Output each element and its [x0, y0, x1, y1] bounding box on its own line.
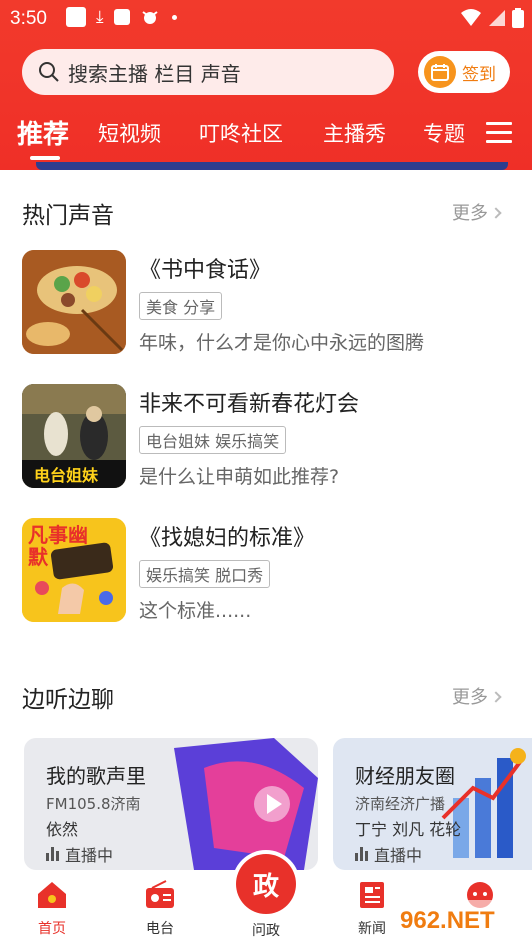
politics-icon: 政 — [252, 871, 279, 902]
more-notifications-dot — [171, 14, 177, 20]
system-icons — [460, 8, 524, 28]
tab-community[interactable]: 叮咚社区 — [199, 118, 283, 148]
item-desc: 年味，什么才是你心中永远的图腾 — [139, 332, 425, 354]
app-notification-icon — [66, 7, 86, 27]
tab-anchor-show[interactable]: 主播秀 — [323, 118, 386, 148]
status-time: 3:50 — [10, 8, 47, 29]
notification-icons: ⤓ — [66, 7, 177, 27]
calendar-icon — [424, 56, 456, 88]
hot-audio-more-link[interactable]: 更多 — [452, 199, 502, 225]
search-icon — [39, 62, 59, 82]
nav-politics[interactable]: 问政 — [236, 920, 296, 940]
card-host: 丁宁 刘凡 花轮 — [355, 820, 462, 839]
humor-thumbnail: 凡事幽默 — [22, 518, 126, 622]
list-item[interactable]: 凡事幽默 《找媳妇的标准》 娱乐搞笑 脱口秀 这个标准...... — [22, 518, 512, 622]
list-item[interactable]: 《书中食话》 美食 分享 年味，什么才是你心中永远的图腾 — [22, 250, 512, 354]
item-desc: 这个标准...... — [139, 600, 252, 622]
chevron-right-icon — [490, 207, 502, 219]
politics-center-button[interactable]: 政 — [236, 854, 296, 914]
food-thumbnail — [22, 250, 126, 354]
live-status-label: 直播中 — [65, 846, 114, 865]
card-title: 我的歌声里 — [46, 764, 146, 788]
checkin-label: 签到 — [462, 64, 496, 85]
tab-topics[interactable]: 专题 — [423, 118, 465, 148]
more-label: 更多 — [452, 203, 488, 224]
search-placeholder: 搜索主播 栏目 声音 — [68, 61, 241, 86]
site-watermark: 962.NET — [392, 896, 532, 942]
radio-icon — [146, 880, 174, 908]
tab-bar: 推荐 短视频 叮咚社区 主播秀 专题 — [0, 110, 532, 160]
nav-radio-label: 电台 — [146, 921, 174, 937]
item-title: 《找媳妇的标准》 — [139, 526, 316, 551]
live-status: 直播中 — [46, 842, 113, 866]
hot-audio-title: 热门声音 — [22, 203, 114, 229]
home-icon — [38, 882, 66, 908]
status-bar: 3:50 ⤓ — [0, 0, 532, 36]
item-title: 非来不可看新春花灯会 — [139, 392, 360, 417]
radio-sisters-thumbnail: 电台姐妹 — [22, 384, 126, 488]
watermark-text: 962.NET — [400, 907, 495, 934]
listen-chat-title: 边听边聊 — [22, 687, 114, 713]
nav-home[interactable]: 首页 — [22, 880, 82, 938]
card-station: 济南经济广播 — [355, 795, 446, 813]
live-bars-icon — [46, 847, 59, 861]
item-tag: 电台姐妹 娱乐搞笑 — [139, 426, 287, 454]
nav-home-label: 首页 — [38, 921, 66, 937]
chevron-right-icon — [490, 691, 502, 703]
signal-icon — [489, 10, 505, 26]
banner-edge — [36, 162, 508, 170]
app-screen: 3:50 ⤓ 搜索主播 栏目 声音 签到 推荐 短视频 叮咚社区 主播秀 专题 … — [0, 0, 532, 947]
search-input[interactable]: 搜索主播 栏目 声音 — [22, 49, 394, 95]
card-host: 依然 — [46, 820, 79, 839]
live-status-label: 直播中 — [374, 846, 423, 865]
text-app-icon — [113, 9, 130, 25]
download-icon: ⤓ — [96, 7, 104, 27]
nav-politics-label: 问政 — [252, 923, 280, 939]
thumb-overlay-text: 电台姐妹 — [34, 466, 99, 485]
item-tag: 娱乐搞笑 脱口秀 — [139, 560, 271, 588]
tab-active-indicator — [30, 156, 60, 160]
live-bars-icon — [355, 847, 368, 861]
list-item[interactable]: 电台姐妹 非来不可看新春花灯会 电台姐妹 娱乐搞笑 是什么让申萌如此推荐? — [22, 384, 512, 488]
tab-short-video[interactable]: 短视频 — [98, 118, 161, 148]
bug-icon — [141, 11, 158, 24]
header: 3:50 ⤓ 搜索主播 栏目 声音 签到 推荐 短视频 叮咚社区 主播秀 专题 — [0, 0, 532, 170]
tab-recommend[interactable]: 推荐 — [17, 114, 69, 151]
card-title: 财经朋友圈 — [355, 764, 455, 788]
item-tag: 美食 分享 — [139, 292, 223, 320]
thumb-overlay-text: 凡事幽默 — [28, 523, 88, 569]
live-card-finance[interactable]: 财经朋友圈 济南经济广播 丁宁 刘凡 花轮 直播中 — [333, 738, 532, 870]
wifi-icon — [461, 9, 481, 26]
menu-icon[interactable] — [486, 122, 512, 146]
item-desc: 是什么让申萌如此推荐? — [139, 466, 340, 488]
battery-icon — [512, 8, 524, 28]
card-station: FM105.8济南 — [46, 795, 141, 813]
live-card-song[interactable]: 我的歌声里 FM105.8济南 依然 直播中 — [24, 738, 318, 870]
nav-radio[interactable]: 电台 — [130, 880, 190, 938]
live-status: 直播中 — [355, 842, 422, 866]
news-icon — [360, 882, 384, 908]
listen-chat-more-link[interactable]: 更多 — [452, 683, 502, 709]
item-title: 《书中食话》 — [139, 258, 272, 283]
checkin-button[interactable]: 签到 — [418, 51, 510, 93]
more-label: 更多 — [452, 687, 488, 708]
